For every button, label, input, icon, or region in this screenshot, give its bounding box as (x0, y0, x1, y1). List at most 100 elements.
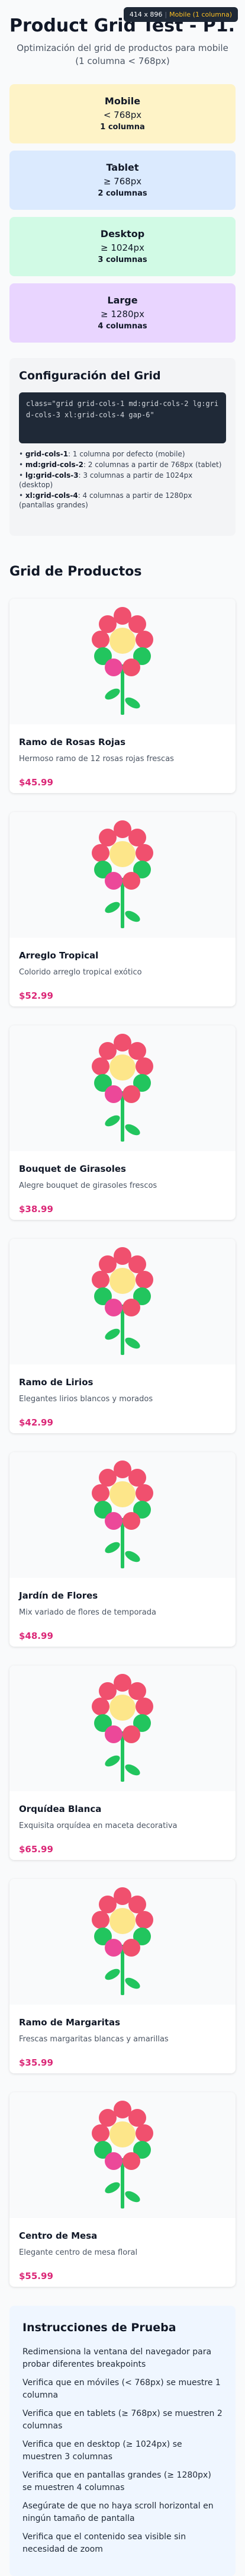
product-description: Colorido arreglo tropical exótico (19, 968, 142, 977)
product-image[interactable] (9, 599, 236, 724)
product-name[interactable]: Centro de Mesa (19, 2230, 226, 2242)
breakpoint-list: Mobile < 768px 1 columna Tablet ≥ 768px … (9, 84, 236, 343)
instruction-item: Verifica que en tablets (≥ 768px) se mue… (22, 2409, 223, 2431)
product-name[interactable]: Ramo de Lirios (19, 1376, 226, 1388)
product-price: $38.99 (19, 1204, 53, 1215)
breakpoint-range: ≥ 1280px (101, 309, 144, 319)
breakpoint-range: ≥ 768px (103, 176, 142, 187)
breakpoint-columns: 3 columnas (98, 255, 147, 264)
config-item-key: grid-cols-1 (25, 450, 69, 458)
product-description: Frescas margaritas blancas y amarillas (19, 2035, 169, 2044)
viewport-badge: 414 x 896 | Mobile (1 columna) (123, 7, 238, 22)
config-item-key: lg:grid-cols-3 (25, 471, 79, 480)
config-item: • grid-cols-1: 1 columna por defecto (mo… (19, 450, 185, 458)
page-container: Product Grid Test - P1.1.3 Optimización … (0, 0, 245, 2576)
product-description: Hermoso ramo de 12 rosas rojas frescas (19, 755, 174, 763)
config-code-block: class="grid grid-cols-1 md:grid-cols-2 l… (19, 392, 226, 443)
product-name[interactable]: Jardín de Flores (19, 1590, 226, 1602)
config-item-text: : 2 columnas a partir de 768px (tablet) (83, 461, 222, 469)
product-description: Mix variado de flores de temporada (19, 1608, 156, 1617)
product-name[interactable]: Bouquet de Girasoles (19, 1163, 226, 1175)
product-price: $45.99 (19, 777, 53, 788)
product-description: Alegre bouquet de girasoles frescos (19, 1181, 157, 1190)
product-image[interactable] (9, 2092, 236, 2218)
product-info: Arreglo Tropical Colorido arreglo tropic… (9, 938, 236, 1002)
product-card[interactable]: Ramo de Rosas Rojas Hermoso ramo de 12 r… (9, 599, 236, 793)
product-description: Elegante centro de mesa floral (19, 2248, 138, 2257)
config-item-key: xl:grid-cols-4 (25, 491, 78, 500)
product-image[interactable] (9, 1025, 236, 1151)
flower-icon (92, 607, 153, 715)
product-card[interactable]: Ramo de Lirios Elegantes lirios blancos … (9, 1239, 236, 1433)
product-image[interactable] (9, 1239, 236, 1364)
breakpoint-card-tablet: Tablet ≥ 768px 2 columnas (9, 151, 236, 210)
instruction-item: Asegúrate de que no haya scroll horizont… (22, 2501, 214, 2523)
flower-icon (92, 1887, 153, 1995)
product-image[interactable] (9, 1452, 236, 1578)
instructions-title: Instrucciones de Prueba (22, 2321, 176, 2334)
product-image[interactable] (9, 1666, 236, 1791)
product-card[interactable]: Bouquet de Girasoles Alegre bouquet de g… (9, 1025, 236, 1220)
product-price: $52.99 (19, 990, 53, 1001)
page-subtitle: Optimización del grid de productos para … (17, 43, 228, 66)
breakpoint-range: < 768px (103, 110, 142, 120)
grid-config-panel: Configuración del Grid class="grid grid-… (9, 358, 236, 536)
product-name[interactable]: Ramo de Rosas Rojas (19, 736, 226, 748)
breakpoint-columns: 1 columna (100, 123, 145, 132)
breakpoint-card-mobile: Mobile < 768px 1 columna (9, 84, 236, 143)
product-image[interactable] (9, 812, 236, 938)
config-item-text: : 1 columna por defecto (mobile) (68, 450, 185, 458)
product-card[interactable]: Arreglo Tropical Colorido arreglo tropic… (9, 812, 236, 1006)
config-item: • xl:grid-cols-4: 4 columnas a partir de… (19, 491, 192, 509)
instructions-list: Redimensiona la ventana del navegador pa… (22, 2346, 223, 2556)
instruction-item: Verifica que el contenido sea visible si… (22, 2532, 186, 2554)
product-name[interactable]: Arreglo Tropical (19, 950, 226, 961)
viewport-mode: Mobile (1 columna) (169, 11, 232, 18)
product-info: Centro de Mesa Elegante centro de mesa f… (9, 2218, 236, 2282)
breakpoint-columns: 2 columnas (98, 189, 147, 198)
instruction-item: Verifica que en móviles (< 768px) se mue… (22, 2378, 221, 2400)
product-name[interactable]: Ramo de Margaritas (19, 2016, 226, 2028)
product-image[interactable] (9, 1879, 236, 2005)
config-item-key: md:grid-cols-2 (25, 461, 83, 469)
flower-icon (92, 820, 153, 928)
instruction-item: Redimensiona la ventana del navegador pa… (22, 2347, 212, 2369)
breakpoint-name: Large (107, 295, 138, 306)
product-price: $42.99 (19, 1417, 53, 1428)
viewport-size: 414 x 896 (129, 11, 163, 18)
product-card[interactable]: Jardín de Flores Mix variado de flores d… (9, 1452, 236, 1647)
flower-icon (92, 1674, 153, 1782)
product-price: $35.99 (19, 2057, 53, 2068)
breakpoint-name: Desktop (100, 228, 145, 239)
config-item: • md:grid-cols-2: 2 columnas a partir de… (19, 461, 222, 469)
breakpoint-name: Mobile (104, 95, 141, 107)
breakpoint-range: ≥ 1024px (101, 242, 144, 253)
instruction-item: Verifica que en desktop (≥ 1024px) se mu… (22, 2440, 182, 2462)
flower-icon (92, 2101, 153, 2209)
config-title: Configuración del Grid (19, 369, 161, 382)
product-info: Orquídea Blanca Exquisita orquídea en ma… (9, 1791, 236, 1855)
product-price: $48.99 (19, 1631, 53, 1641)
viewport-separator: | (165, 11, 167, 18)
instruction-item: Verifica que en pantallas grandes (≥ 128… (22, 2470, 211, 2492)
config-item: • lg:grid-cols-3: 3 columnas a partir de… (19, 471, 193, 489)
product-info: Ramo de Lirios Elegantes lirios blancos … (9, 1364, 236, 1428)
product-card[interactable]: Centro de Mesa Elegante centro de mesa f… (9, 2092, 236, 2287)
breakpoint-name: Tablet (106, 162, 139, 173)
product-name[interactable]: Orquídea Blanca (19, 1803, 226, 1815)
breakpoint-columns: 4 columnas (98, 322, 147, 331)
product-info: Ramo de Rosas Rojas Hermoso ramo de 12 r… (9, 724, 236, 788)
breakpoint-card-large: Large ≥ 1280px 4 columnas (9, 283, 236, 343)
grid-title: Grid de Productos (9, 564, 142, 579)
product-grid: Ramo de Rosas Rojas Hermoso ramo de 12 r… (9, 599, 236, 2287)
product-card[interactable]: Orquídea Blanca Exquisita orquídea en ma… (9, 1666, 236, 1860)
product-price: $55.99 (19, 2271, 53, 2281)
product-price: $65.99 (19, 1844, 53, 1855)
product-info: Bouquet de Girasoles Alegre bouquet de g… (9, 1151, 236, 1215)
product-description: Exquisita orquídea en maceta decorativa (19, 1821, 178, 1830)
product-description: Elegantes lirios blancos y morados (19, 1395, 153, 1404)
test-instructions-panel: Instrucciones de Prueba Redimensiona la … (9, 2306, 236, 2576)
config-list: • grid-cols-1: 1 columna por defecto (mo… (19, 449, 226, 510)
breakpoint-card-desktop: Desktop ≥ 1024px 3 columnas (9, 217, 236, 276)
product-card[interactable]: Ramo de Margaritas Frescas margaritas bl… (9, 1879, 236, 2073)
